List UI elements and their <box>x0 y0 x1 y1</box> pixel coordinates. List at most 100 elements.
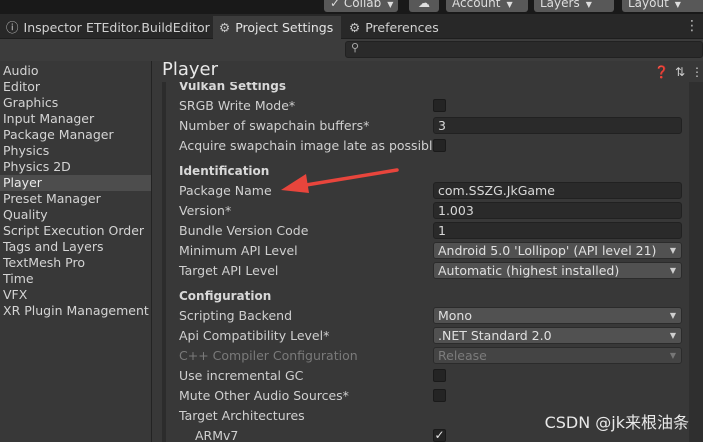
settings-content: Vulkan Settings SRGB Write Mode* Number … <box>152 82 688 442</box>
kebab-menu-icon[interactable]: ⋮ <box>691 65 703 79</box>
chevron-down-icon: ▼ <box>387 0 394 9</box>
scripting-backend-dropdown[interactable]: Mono ▼ <box>433 307 682 324</box>
tab-project-settings[interactable]: ⚙ Project Settings <box>213 16 341 39</box>
tab-label: Project Settings <box>235 20 334 35</box>
kebab-menu-icon[interactable]: ⋮ <box>685 16 699 36</box>
bundle-version-code-field[interactable]: 1 <box>433 222 682 239</box>
layout-button[interactable]: Layout ▼ <box>622 0 703 12</box>
version-field[interactable]: 1.003 <box>433 202 682 219</box>
dropdown-value: Android 5.0 'Lollipop' (API level 21) <box>438 243 657 258</box>
account-button[interactable]: Account ▼ <box>446 0 528 12</box>
watermark: CSDN @jk来根油条 <box>544 413 689 432</box>
chevron-down-icon: ▼ <box>674 0 681 9</box>
sidebar-item-graphics[interactable]: Graphics <box>0 95 151 111</box>
chevron-down-icon: ▼ <box>669 351 676 360</box>
srgb-write-mode-checkbox[interactable] <box>433 99 446 112</box>
sidebar-item-vfx[interactable]: VFX <box>0 287 151 303</box>
sidebar-item-physics[interactable]: Physics <box>0 143 151 159</box>
sidebar-item-package-manager[interactable]: Package Manager <box>0 127 151 143</box>
sidebar-item-physics-2d[interactable]: Physics 2D <box>0 159 151 175</box>
page-title: Player <box>162 59 219 80</box>
mute-audio-label: Mute Other Audio Sources* <box>179 388 349 403</box>
acquire-swapchain-checkbox[interactable] <box>433 139 446 152</box>
dropdown-value: Mono <box>438 308 473 323</box>
gear-icon: ⚙ <box>219 20 231 35</box>
layers-button[interactable]: Layers ▼ <box>534 0 614 12</box>
mute-audio-checkbox[interactable] <box>433 389 446 402</box>
armv7-checkbox[interactable]: ✓ <box>433 429 446 442</box>
dropdown-value: Release <box>438 348 487 363</box>
acquire-swapchain-label: Acquire swapchain image late as possible… <box>179 138 447 153</box>
chevron-down-icon: ▼ <box>585 0 592 9</box>
search-input[interactable] <box>364 42 694 57</box>
cloud-icon: ☁ <box>418 0 430 10</box>
dropdown-value: .NET Standard 2.0 <box>438 328 552 343</box>
chevron-down-icon: ▼ <box>669 246 676 255</box>
sliders-icon[interactable]: ⇅ <box>675 65 685 79</box>
cpp-compiler-config-label: C++ Compiler Configuration <box>179 348 358 363</box>
chevron-down-icon: ▼ <box>669 331 676 340</box>
target-api-level-dropdown[interactable]: Automatic (highest installed) ▼ <box>433 262 682 279</box>
package-name-label: Package Name <box>179 183 272 198</box>
chevron-down-icon: ▼ <box>506 0 513 9</box>
tab-preferences[interactable]: ⚙ Preferences <box>343 16 453 39</box>
tab-label: ETEditor.BuildEditor <box>86 20 210 35</box>
api-compatibility-dropdown[interactable]: .NET Standard 2.0 ▼ <box>433 327 682 344</box>
settings-sidebar: Audio Editor Graphics Input Manager Pack… <box>0 61 152 442</box>
sidebar-item-audio[interactable]: Audio <box>0 63 151 79</box>
bundle-version-code-label: Bundle Version Code <box>179 223 309 238</box>
tab-eteditor-buildeditor[interactable]: ETEditor.BuildEditor <box>80 16 212 39</box>
search-row: ⚲ <box>0 39 703 61</box>
sidebar-item-script-execution-order[interactable]: Script Execution Order <box>0 223 151 239</box>
sidebar-item-editor[interactable]: Editor <box>0 79 151 95</box>
tab-inspector[interactable]: ⓘ Inspector <box>0 16 82 39</box>
target-api-level-label: Target API Level <box>179 263 279 278</box>
gear-icon: ⚙ <box>349 20 361 35</box>
minimum-api-level-dropdown[interactable]: Android 5.0 'Lollipop' (API level 21) ▼ <box>433 242 682 259</box>
sidebar-item-xr-plugin-management[interactable]: XR Plugin Management <box>0 303 151 319</box>
package-name-field[interactable]: com.SSZG.JkGame <box>433 182 682 199</box>
vertical-scrollbar[interactable] <box>689 82 703 442</box>
search-box[interactable]: ⚲ <box>345 41 703 58</box>
armv7-label: ARMv7 <box>195 428 239 442</box>
api-compatibility-label: Api Compatibility Level* <box>179 328 330 343</box>
sidebar-item-time[interactable]: Time <box>0 271 151 287</box>
collab-label: Collab <box>343 0 382 10</box>
dropdown-value: Automatic (highest installed) <box>438 263 620 278</box>
cloud-button[interactable]: ☁ <box>409 0 439 12</box>
sidebar-item-textmesh-pro[interactable]: TextMesh Pro <box>0 255 151 271</box>
sidebar-item-tags-and-layers[interactable]: Tags and Layers <box>0 239 151 255</box>
layout-label: Layout <box>628 0 669 10</box>
layers-label: Layers <box>540 0 580 10</box>
chevron-down-icon: ▼ <box>669 266 676 275</box>
collab-button[interactable]: ✓ Collab ▼ <box>324 0 398 12</box>
sidebar-item-preset-manager[interactable]: Preset Manager <box>0 191 151 207</box>
identification-header: Identification <box>179 164 270 178</box>
version-label: Version* <box>179 203 232 218</box>
tab-label: Inspector <box>23 20 82 35</box>
sidebar-item-quality[interactable]: Quality <box>0 207 151 223</box>
sidebar-item-input-manager[interactable]: Input Manager <box>0 111 151 127</box>
tab-label: Preferences <box>365 20 439 35</box>
tab-bar: ⓘ Inspector ETEditor.BuildEditor ⚙ Project… <box>0 14 703 39</box>
help-icon[interactable]: ❓ <box>654 65 669 79</box>
srgb-write-mode-label: SRGB Write Mode* <box>179 98 296 113</box>
swapchain-buffers-label: Number of swapchain buffers* <box>179 118 370 133</box>
check-icon: ✓ <box>330 0 341 10</box>
account-label: Account <box>452 0 501 10</box>
swapchain-buffers-field[interactable]: 3 <box>433 117 682 134</box>
sidebar-item-player[interactable]: Player <box>0 175 151 191</box>
minimum-api-level-label: Minimum API Level <box>179 243 298 258</box>
scripting-backend-label: Scripting Backend <box>179 308 293 323</box>
check-icon: ✓ <box>434 428 445 442</box>
info-icon: ⓘ <box>6 20 19 35</box>
player-settings-panel: Player ❓ ⇅ ⋮ Vulkan Settings SRGB Write Mo… <box>152 59 703 442</box>
chevron-down-icon: ▼ <box>669 311 676 320</box>
vulkan-settings-header: Vulkan Settings <box>179 82 286 93</box>
target-architectures-label: Target Architectures <box>179 408 305 423</box>
incremental-gc-checkbox[interactable] <box>433 369 446 382</box>
header-icons: ❓ ⇅ ⋮ <box>648 65 703 79</box>
incremental-gc-label: Use incremental GC <box>179 368 304 383</box>
top-toolbar: ✓ Collab ▼ ☁ Account ▼ Layers ▼ Layout ▼ <box>0 0 703 14</box>
configuration-header: Configuration <box>179 289 272 303</box>
